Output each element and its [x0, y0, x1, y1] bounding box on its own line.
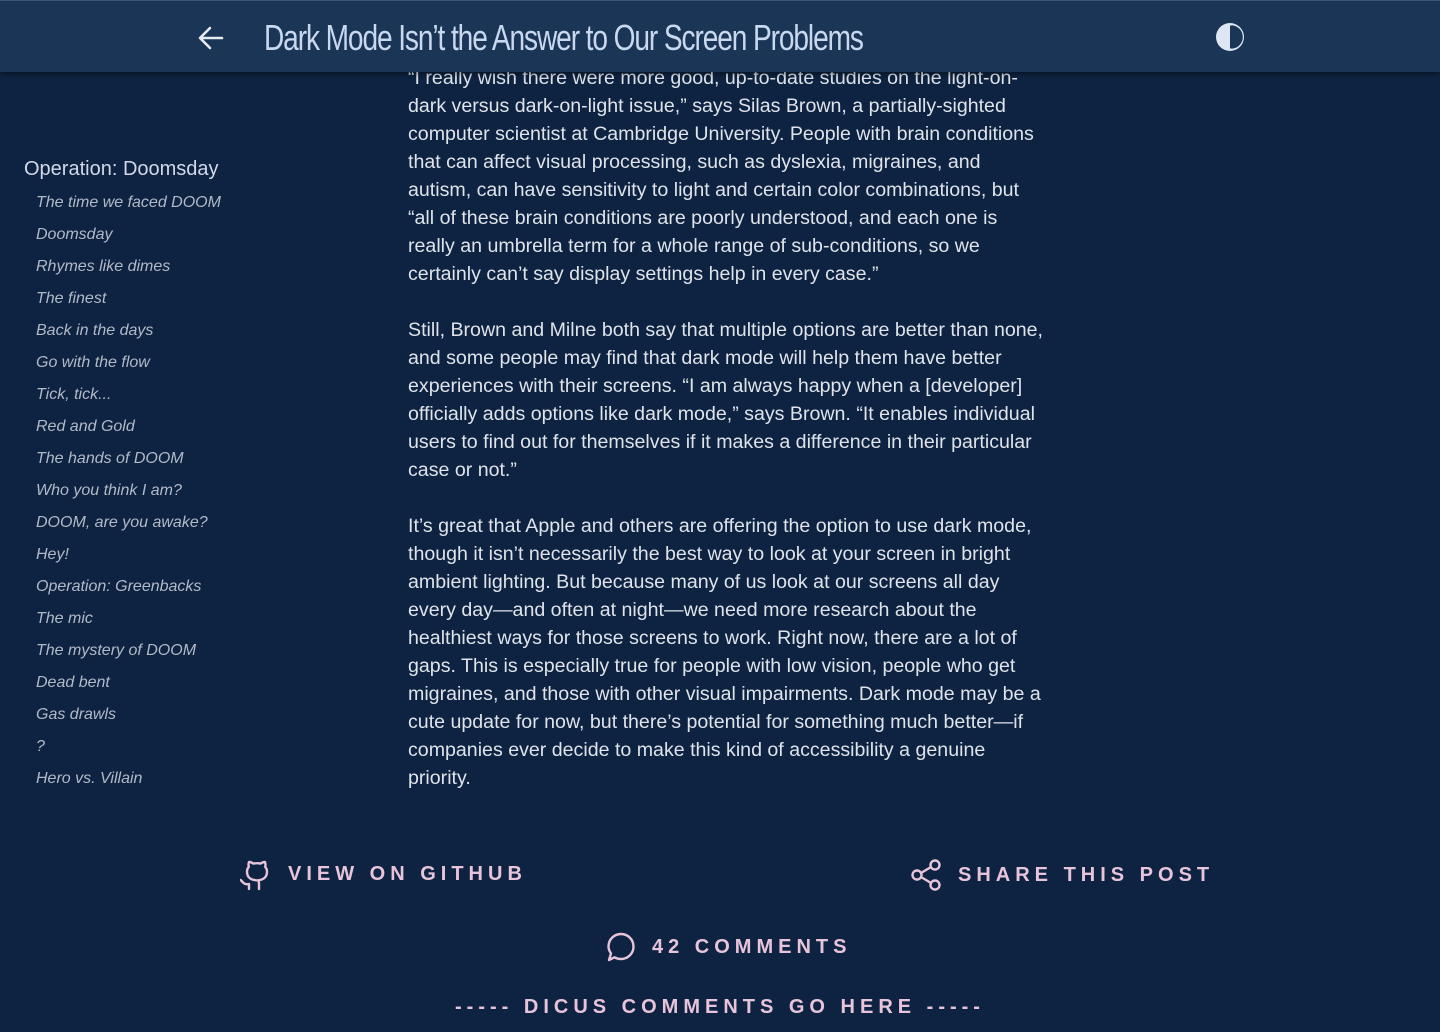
toc-item[interactable]: Operation: Greenbacks: [36, 571, 324, 603]
speech-bubble-icon: [607, 932, 635, 962]
toc-item[interactable]: DOOM, are you awake?: [36, 507, 324, 539]
github-icon: [240, 860, 269, 891]
toc-item[interactable]: Gas drawls: [36, 699, 324, 731]
toc-item[interactable]: The time we faced DOOM: [36, 187, 324, 219]
toc-item[interactable]: The mystery of DOOM: [36, 635, 324, 667]
toc-item[interactable]: Go with the flow: [36, 347, 324, 379]
toc-heading[interactable]: Operation: Doomsday: [24, 156, 324, 182]
toc-item[interactable]: Tick, tick...: [36, 379, 324, 411]
half-moon-contrast-icon: [1216, 23, 1244, 51]
toc-item[interactable]: Who you think I am?: [36, 475, 324, 507]
toc-item[interactable]: The mic: [36, 603, 324, 635]
arrow-left-icon: [198, 26, 224, 50]
toc-list: The time we faced DOOM Doomsday Rhymes l…: [24, 187, 324, 795]
article-paragraph: It’s great that Apple and others are off…: [408, 515, 1041, 789]
comments-count-label: 42 COMMENTS: [652, 935, 852, 958]
share-label: SHARE THIS POST: [958, 863, 1215, 886]
article-body: “I really wish there were more good, up-…: [408, 64, 1044, 792]
comments-button[interactable]: 42 COMMENTS: [604, 930, 851, 964]
toc-item[interactable]: Back in the days: [36, 315, 324, 347]
article-page: Dark Mode Isn’t the Answer to Our Screen…: [0, 0, 1440, 1032]
toc-item[interactable]: The hands of DOOM: [36, 443, 324, 475]
article-paragraph: Still, Brown and Milne both say that mul…: [408, 319, 1043, 481]
github-label: VIEW ON GITHUB: [288, 862, 527, 885]
back-button[interactable]: [194, 21, 228, 55]
toc-item[interactable]: Rhymes like dimes: [36, 251, 324, 283]
toc-item[interactable]: The finest: [36, 283, 324, 315]
view-on-github-button[interactable]: VIEW ON GITHUB: [240, 856, 527, 892]
article-paragraph: “I really wish there were more good, up-…: [408, 67, 1034, 285]
top-app-bar: Dark Mode Isn’t the Answer to Our Screen…: [0, 0, 1440, 72]
toc-item[interactable]: Hero vs. Villain: [36, 763, 324, 795]
comments-placeholder: ----- DICUS COMMENTS GO HERE -----: [455, 996, 985, 1018]
toc-item[interactable]: Hey!: [36, 539, 324, 571]
toc-item[interactable]: Red and Gold: [36, 411, 324, 443]
toc-item[interactable]: ?: [36, 731, 324, 763]
share-post-button[interactable]: SHARE THIS POST: [910, 858, 1214, 892]
share-icon: [911, 859, 941, 891]
toc-item[interactable]: Dead bent: [36, 667, 324, 699]
table-of-contents: Operation: Doomsday The time we faced DO…: [24, 156, 324, 795]
theme-toggle-button[interactable]: [1212, 19, 1248, 55]
page-title: Dark Mode Isn’t the Answer to Our Screen…: [264, 17, 864, 58]
toc-item[interactable]: Doomsday: [36, 219, 324, 251]
